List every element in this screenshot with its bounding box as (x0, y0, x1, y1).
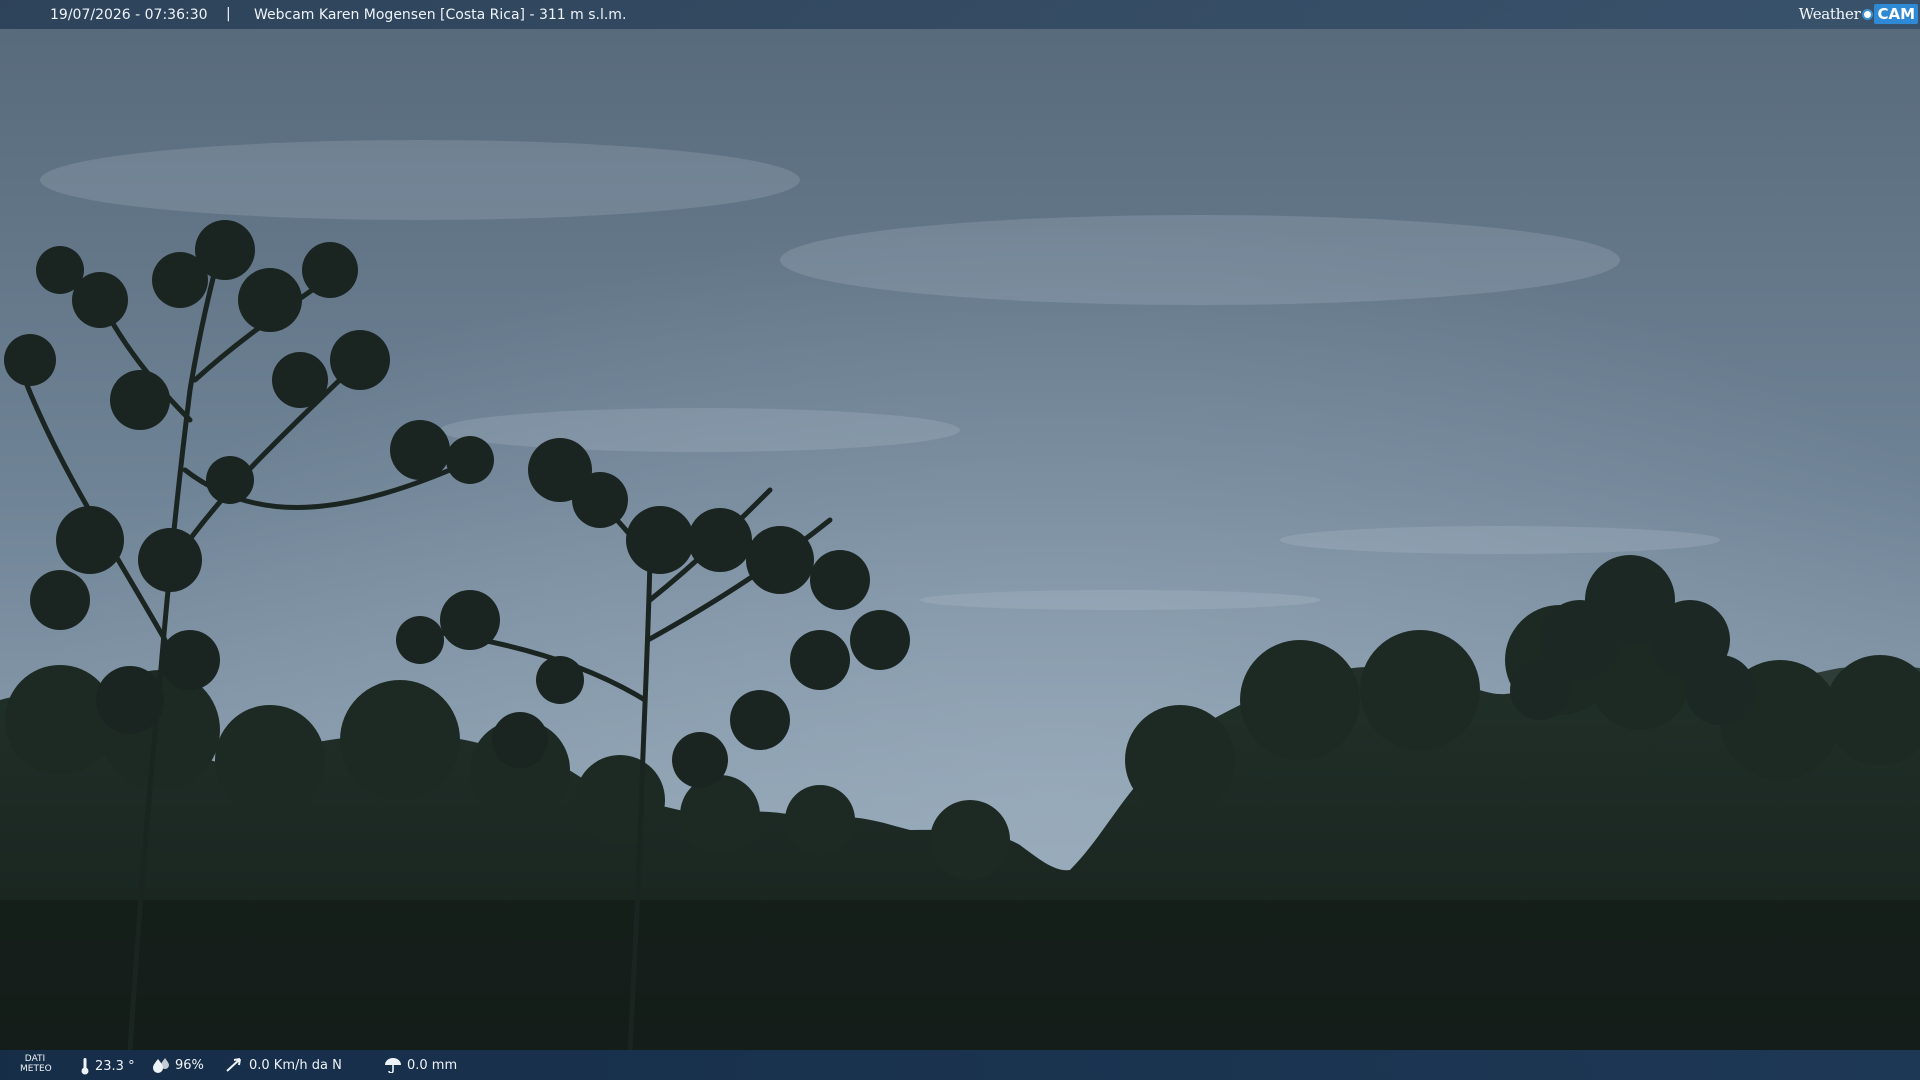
rain-stat: 0.0 mm (384, 1057, 457, 1073)
humidity-stat: 96% (152, 1057, 204, 1073)
webcam-frame: 19/07/2026 - 07:36:30 | Webcam Karen Mog… (0, 0, 1920, 1080)
wind-stat: 0.0 Km/h da N (226, 1057, 342, 1073)
webcam-title: Webcam Karen Mogensen [Costa Rica] - 311… (254, 7, 627, 23)
humidity-value: 96% (175, 1057, 204, 1073)
weathercam-logo: Weather CAM (1799, 3, 1918, 25)
thermometer-icon (81, 1058, 89, 1075)
separator: | (226, 6, 231, 22)
datetime: 19/07/2026 - 07:36:30 (50, 7, 208, 23)
logo-word: Weather (1798, 5, 1861, 23)
wind-arrow-icon (226, 1058, 241, 1072)
weather-label: DATI METEO (20, 1054, 52, 1074)
humidity-drops-icon (153, 1058, 169, 1073)
temperature-value: 23.3 ° (95, 1058, 135, 1074)
top-bar: 19/07/2026 - 07:36:30 | Webcam Karen Mog… (0, 0, 1920, 29)
rain-value: 0.0 mm (407, 1057, 458, 1073)
wind-value: 0.0 Km/h da N (249, 1057, 342, 1073)
weather-data-bar: DATI METEO 23.3 ° 96% 0.0 Km/h da N 0.0 … (0, 1050, 1920, 1080)
weathercam-dot-icon (1862, 8, 1874, 20)
webcam-image (0, 0, 1920, 1080)
temperature-stat: 23.3 ° (80, 1057, 135, 1075)
rain-umbrella-icon (385, 1058, 401, 1073)
logo-accent: CAM (1874, 4, 1918, 24)
